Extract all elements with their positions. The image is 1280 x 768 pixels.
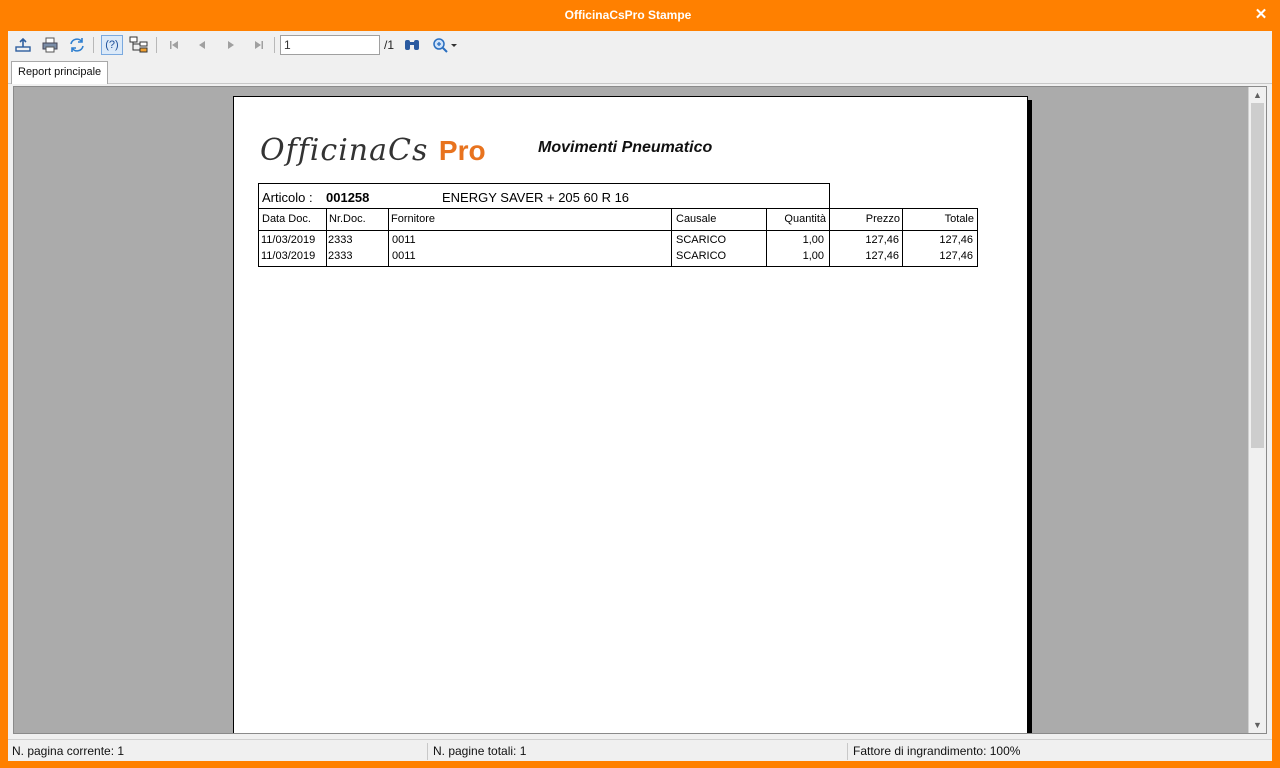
company-logo: OfficinaCs Pro: [260, 133, 486, 168]
table-row-0-date: 11/03/2019: [261, 234, 316, 246]
group-tree-button[interactable]: [128, 35, 150, 55]
tab-report-principale[interactable]: Report principale: [11, 61, 109, 84]
col-header-docnum: Nr.Doc.: [329, 213, 366, 225]
table-row-0-qty: 1,00: [802, 234, 824, 246]
chevron-down-icon: [451, 44, 457, 47]
first-page-button[interactable]: [163, 35, 185, 55]
table-row-1-docnum: 2333: [328, 250, 353, 262]
scroll-down-icon[interactable]: ▼: [1249, 717, 1266, 733]
scroll-up-icon[interactable]: ▲: [1249, 87, 1266, 103]
page-number-input[interactable]: [280, 35, 380, 55]
prev-page-icon: [199, 41, 205, 49]
last-page-icon: [255, 41, 263, 49]
table-row-0-price: 127,46: [865, 234, 899, 246]
print-button[interactable]: [39, 35, 61, 55]
prev-page-button[interactable]: [191, 35, 213, 55]
app-window: OfficinaCsPro Stampe ✕ (?) 1 /1 Report p…: [0, 0, 1280, 768]
page-total-label: /1: [384, 38, 395, 52]
zoom-dropdown[interactable]: [429, 35, 461, 55]
print-icon: [42, 37, 58, 53]
help-button[interactable]: (?): [101, 35, 123, 55]
table-row-1-date: 11/03/2019: [261, 250, 316, 262]
article-code: 001258: [326, 190, 370, 205]
col-header-reason: Causale: [676, 213, 717, 225]
table-row-0-docnum: 2333: [328, 234, 353, 246]
logo-pro: Pro: [438, 135, 486, 166]
table-row-0-reason: SCARICO: [676, 234, 727, 246]
col-header-date: Data Doc.: [262, 213, 311, 225]
next-page-button[interactable]: [220, 35, 242, 55]
vertical-scrollbar[interactable]: ▲ ▼: [1248, 87, 1266, 733]
export-icon: [15, 37, 31, 52]
status-bar: N. pagina corrente: 1 N. pagine totali: …: [8, 739, 1272, 761]
col-header-supplier: Fornitore: [391, 213, 436, 225]
article-box: Articolo : 001258 ENERGY SAVER + 205 60 …: [258, 183, 830, 209]
toolbar: (?) 1 /1: [8, 31, 1272, 59]
table-row-1-total: 127,46: [939, 250, 973, 262]
logo-main: OfficinaCs: [260, 133, 429, 168]
next-page-icon: [228, 41, 234, 49]
col-header-price: Prezzo: [865, 213, 900, 225]
table-row-1-supplier: 0011: [392, 250, 416, 262]
article-description: ENERGY SAVER + 205 60 R 16: [442, 190, 630, 205]
table-row-1-price: 127,46: [865, 250, 899, 262]
movements-table: Data Doc. Nr.Doc. Fornitore Causale Quan…: [258, 208, 978, 267]
window-title: OfficinaCsPro Stampe: [564, 8, 692, 22]
title-bar[interactable]: OfficinaCsPro Stampe ✕: [0, 0, 1280, 31]
status-total-pages: N. pagine totali: 1: [430, 743, 848, 760]
zoom-icon: [433, 38, 448, 53]
tab-bar: Report principale: [8, 59, 1272, 84]
col-header-total: Totale: [944, 213, 974, 225]
report-page: OfficinaCs Pro Movimenti Pneumatico Arti…: [233, 96, 1028, 733]
table-row-0-total: 127,46: [939, 234, 973, 246]
client-area: (?) 1 /1 Report principale OfficinaCs Pr…: [8, 31, 1272, 761]
table-row-1-reason: SCARICO: [676, 250, 727, 262]
group-tree-icon: [129, 36, 148, 53]
table-row-1-qty: 1,00: [802, 250, 824, 262]
help-icon: (?): [105, 39, 119, 51]
scroll-thumb[interactable]: [1251, 103, 1264, 448]
report-viewer[interactable]: OfficinaCs Pro Movimenti Pneumatico Arti…: [13, 86, 1267, 734]
search-button[interactable]: [401, 35, 423, 55]
report-title: Movimenti Pneumatico: [538, 139, 713, 156]
status-current-page: N. pagina corrente: 1: [9, 743, 428, 760]
search-binoculars-icon: [405, 40, 419, 50]
close-icon[interactable]: ✕: [1254, 7, 1268, 23]
col-header-qty: Quantità: [784, 213, 826, 225]
table-row-0-supplier: 0011: [392, 234, 416, 246]
refresh-icon: [70, 38, 84, 52]
first-page-icon: [170, 41, 178, 49]
status-zoom: Fattore di ingrandimento: 100%: [853, 744, 1021, 758]
refresh-button[interactable]: [66, 35, 88, 55]
article-label: Articolo :: [262, 190, 313, 205]
last-page-button[interactable]: [248, 35, 270, 55]
export-button[interactable]: [12, 35, 34, 55]
